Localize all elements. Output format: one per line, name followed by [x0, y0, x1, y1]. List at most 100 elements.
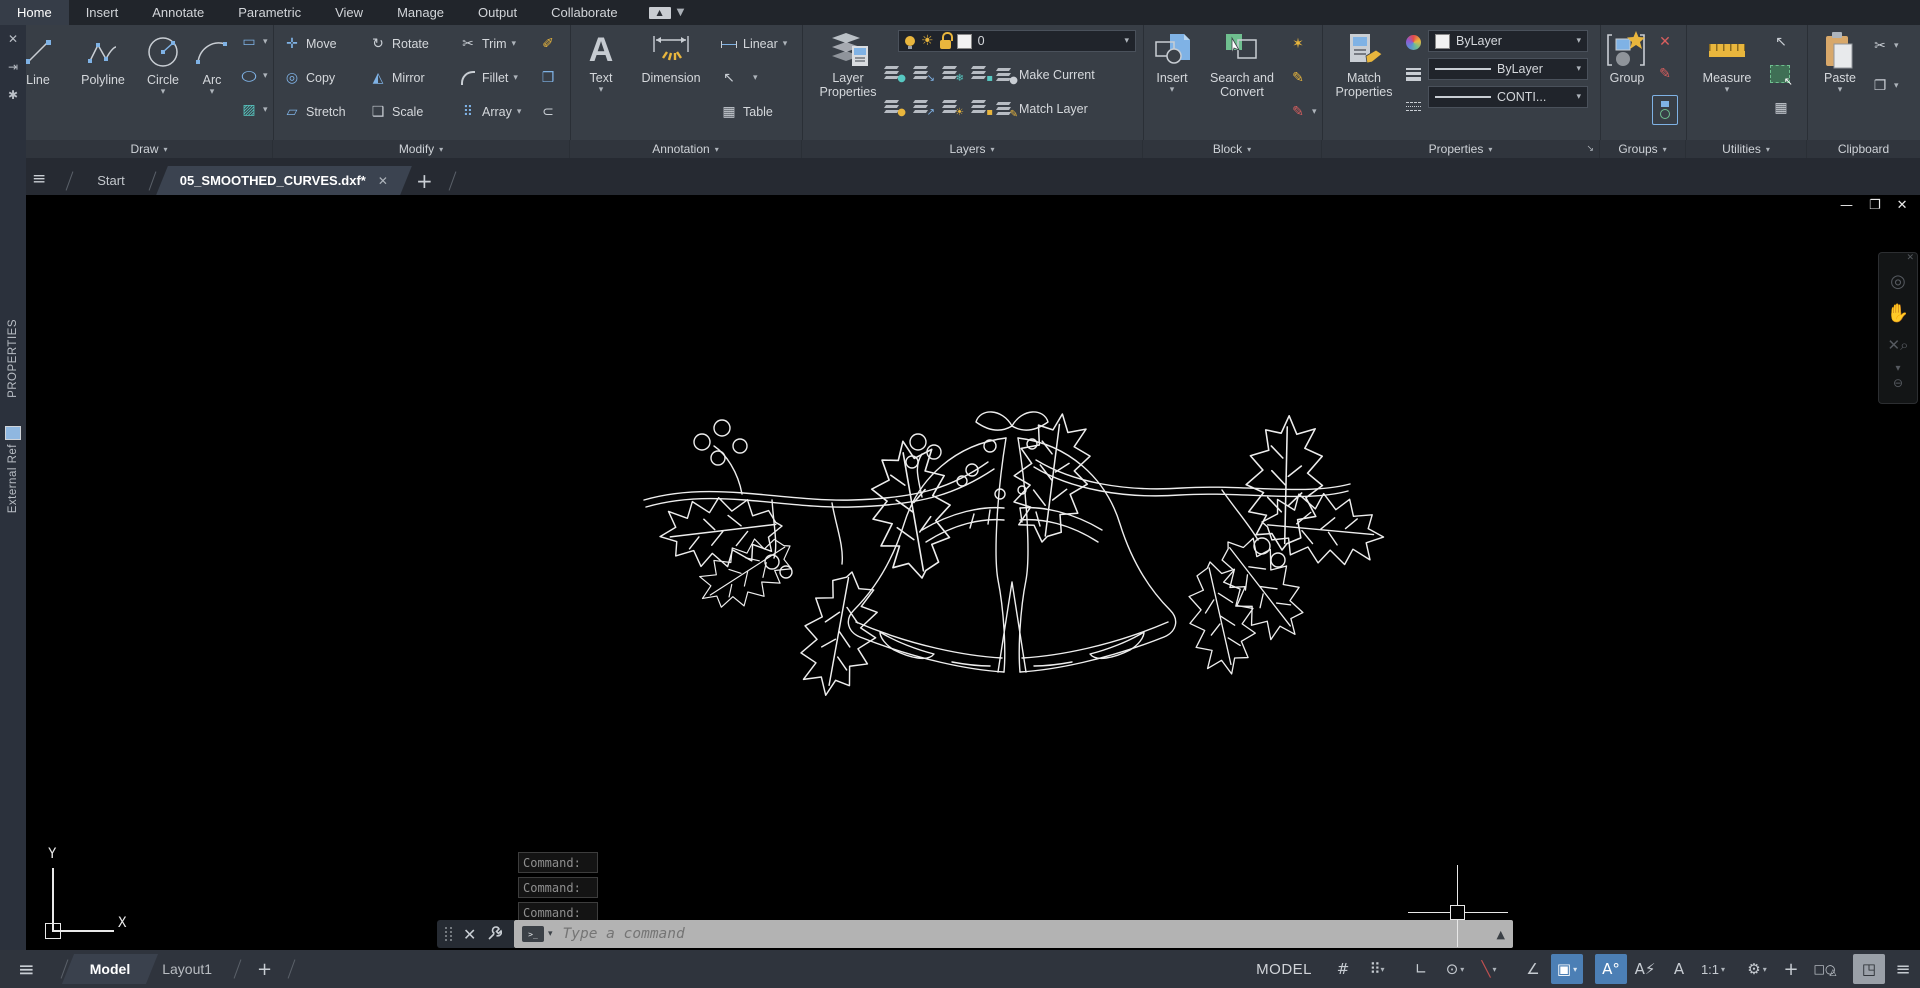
- annotation-scale-icon[interactable]: A: [1663, 954, 1695, 984]
- explode-button[interactable]: ❒: [539, 69, 557, 87]
- stretch-button[interactable]: ▱ Stretch: [283, 103, 346, 121]
- isolate-objects-button[interactable]: □○ △: [1809, 954, 1841, 984]
- copy-clip-button[interactable]: ❐ ▾: [1871, 77, 1899, 95]
- file-tab-menu-icon[interactable]: ≡: [32, 169, 46, 189]
- rotate-button[interactable]: ↻ Rotate: [369, 35, 429, 53]
- ungroup-button[interactable]: ✕: [1656, 33, 1674, 51]
- quick-select-button[interactable]: ↖: [1772, 33, 1790, 51]
- layer-properties-button[interactable]: Layer Properties: [808, 29, 888, 99]
- quick-calculator-button[interactable]: ▦: [1772, 99, 1790, 117]
- layer-unlock-button[interactable]: ▪: [969, 99, 993, 118]
- color-wheel-button[interactable]: [1404, 33, 1422, 51]
- layer-lock-icon[interactable]: [939, 32, 953, 49]
- navbar-collapse-icon[interactable]: ⊖: [1879, 375, 1917, 391]
- menu-tab-annotate[interactable]: Annotate: [135, 0, 221, 25]
- close-icon[interactable]: ✕: [1897, 198, 1908, 213]
- layer-lock-button[interactable]: ▪: [969, 65, 993, 84]
- navbar-close-icon[interactable]: ✕: [1906, 253, 1917, 265]
- menu-tab-home[interactable]: Home: [0, 0, 69, 25]
- command-dock-grip[interactable]: ✕: [437, 920, 514, 948]
- layer-dropdown-arrow-icon[interactable]: ▾: [1124, 36, 1129, 46]
- workspace-switching-button[interactable]: ⚙ ▾: [1741, 954, 1773, 984]
- annotation-monitor-button[interactable]: +: [1775, 954, 1807, 984]
- linear-dimension-button[interactable]: Linear ▾: [720, 35, 787, 53]
- pan-hand-icon[interactable]: ✋: [1879, 297, 1917, 329]
- text-button[interactable]: A Text ▾: [578, 29, 624, 96]
- palette-tab-properties[interactable]: PROPERTIES: [7, 319, 19, 398]
- properties-dialog-launcher-icon[interactable]: ↘: [1586, 144, 1594, 154]
- customization-menu-button[interactable]: ≡: [1887, 954, 1919, 984]
- match-properties-button[interactable]: Match Properties: [1330, 29, 1398, 99]
- file-tab-start[interactable]: Start: [79, 166, 142, 195]
- layer-dropdown[interactable]: ☀ 0 ▾: [898, 30, 1136, 52]
- menu-tab-output[interactable]: Output: [461, 0, 534, 25]
- fillet-button[interactable]: Fillet ▾: [459, 69, 518, 87]
- lineweight-dropdown[interactable]: ByLayer ▾: [1428, 58, 1588, 80]
- ellipse-button[interactable]: ○ ▾: [240, 67, 268, 85]
- layer-on-icon[interactable]: [905, 36, 915, 49]
- linetype-list-button[interactable]: [1404, 97, 1422, 115]
- palette-autohide-icon[interactable]: ⇥: [0, 53, 26, 81]
- arc-dropdown-icon[interactable]: ▾: [210, 87, 215, 97]
- linetype-dropdown[interactable]: CONTI... ▾: [1428, 86, 1588, 108]
- command-input[interactable]: [560, 925, 1497, 943]
- text-dropdown-icon[interactable]: ▾: [599, 85, 604, 95]
- layer-color-swatch[interactable]: [956, 33, 972, 49]
- insert-dropdown-icon[interactable]: ▾: [1170, 85, 1175, 95]
- file-tab-drawing[interactable]: 05_SMOOTHED_CURVES.dxf* ✕: [155, 166, 412, 195]
- erase-button[interactable]: ✐: [539, 35, 557, 53]
- palette-close-icon[interactable]: ✕: [0, 25, 26, 53]
- annotation-visibility-toggle[interactable]: A°: [1595, 954, 1627, 984]
- panel-label-properties[interactable]: Properties ▾ ↘: [1322, 140, 1600, 158]
- rectangle-button[interactable]: ▭ ▾: [240, 33, 267, 51]
- select-objects-button[interactable]: ↖: [1770, 65, 1793, 88]
- layer-off-button[interactable]: ●: [882, 65, 906, 84]
- layer-freeze-button[interactable]: ❄: [940, 65, 964, 84]
- insert-block-button[interactable]: Insert ▾: [1147, 29, 1197, 95]
- offset-button[interactable]: ⊂: [539, 103, 557, 121]
- layout1-tab[interactable]: Layout1: [146, 950, 228, 988]
- polar-tracking-toggle[interactable]: ⊙ ▾: [1439, 954, 1471, 984]
- panel-label-clipboard[interactable]: Clipboard: [1807, 140, 1920, 158]
- make-current-button[interactable]: ● Make Current: [994, 67, 1095, 86]
- layer-thaw-icon[interactable]: ☀: [921, 33, 934, 49]
- measure-dropdown-icon[interactable]: ▾: [1725, 85, 1730, 95]
- dimension-button[interactable]: Dimension: [630, 29, 712, 85]
- panel-label-layers[interactable]: Layers ▾: [802, 140, 1143, 158]
- panel-label-block[interactable]: Block ▾: [1143, 140, 1322, 158]
- group-edit-button[interactable]: ✎: [1656, 65, 1674, 83]
- annotation-scale-value[interactable]: 1:1 ▾: [1697, 954, 1729, 984]
- write-block-button[interactable]: ✎: [1289, 69, 1307, 87]
- paste-dropdown-icon[interactable]: ▾: [1838, 85, 1843, 95]
- cut-button[interactable]: ✂ ▾: [1871, 37, 1898, 55]
- annotation-autoscale-toggle[interactable]: A⚡: [1629, 954, 1661, 984]
- arc-button[interactable]: Arc ▾: [190, 31, 234, 97]
- layer-thaw-button[interactable]: ☀: [940, 99, 964, 118]
- restore-icon[interactable]: ❐: [1869, 198, 1881, 213]
- paste-button[interactable]: Paste ▾: [1815, 29, 1865, 95]
- command-close-icon[interactable]: ✕: [463, 925, 476, 944]
- navbar-more-icon[interactable]: ▾: [1879, 361, 1917, 375]
- minimize-icon[interactable]: —: [1840, 198, 1853, 213]
- search-convert-button[interactable]: Search and Convert: [1199, 29, 1285, 99]
- palette-settings-icon[interactable]: ✱: [0, 81, 26, 109]
- trim-button[interactable]: ✂ Trim ▾: [459, 35, 516, 53]
- copy-button[interactable]: ◎ Copy: [283, 69, 335, 87]
- hatch-button[interactable]: ▨ ▾: [240, 101, 267, 119]
- object-color-dropdown[interactable]: ByLayer ▾: [1428, 30, 1588, 52]
- navigation-wheel-icon[interactable]: ◎: [1879, 265, 1917, 297]
- zoom-extents-icon[interactable]: ✕⌕: [1879, 329, 1917, 361]
- layer-on-button[interactable]: ●: [882, 99, 906, 118]
- scale-button[interactable]: ❑ Scale: [369, 103, 424, 121]
- drag-handle-icon[interactable]: [445, 927, 453, 941]
- recent-commands-icon[interactable]: ▾: [548, 929, 553, 939]
- menu-tab-view[interactable]: View: [318, 0, 380, 25]
- measure-button[interactable]: Measure ▾: [1694, 29, 1760, 95]
- model-tab[interactable]: Model: [61, 950, 159, 988]
- panel-label-modify[interactable]: Modify ▾: [273, 140, 570, 158]
- array-button[interactable]: ⠿ Array ▾: [459, 103, 522, 121]
- palette-tab-external-ref[interactable]: External Ref: [5, 425, 21, 513]
- lineweight-list-button[interactable]: [1404, 65, 1422, 83]
- new-layout-button[interactable]: +: [257, 959, 272, 980]
- move-button[interactable]: ✛ Move: [283, 35, 336, 53]
